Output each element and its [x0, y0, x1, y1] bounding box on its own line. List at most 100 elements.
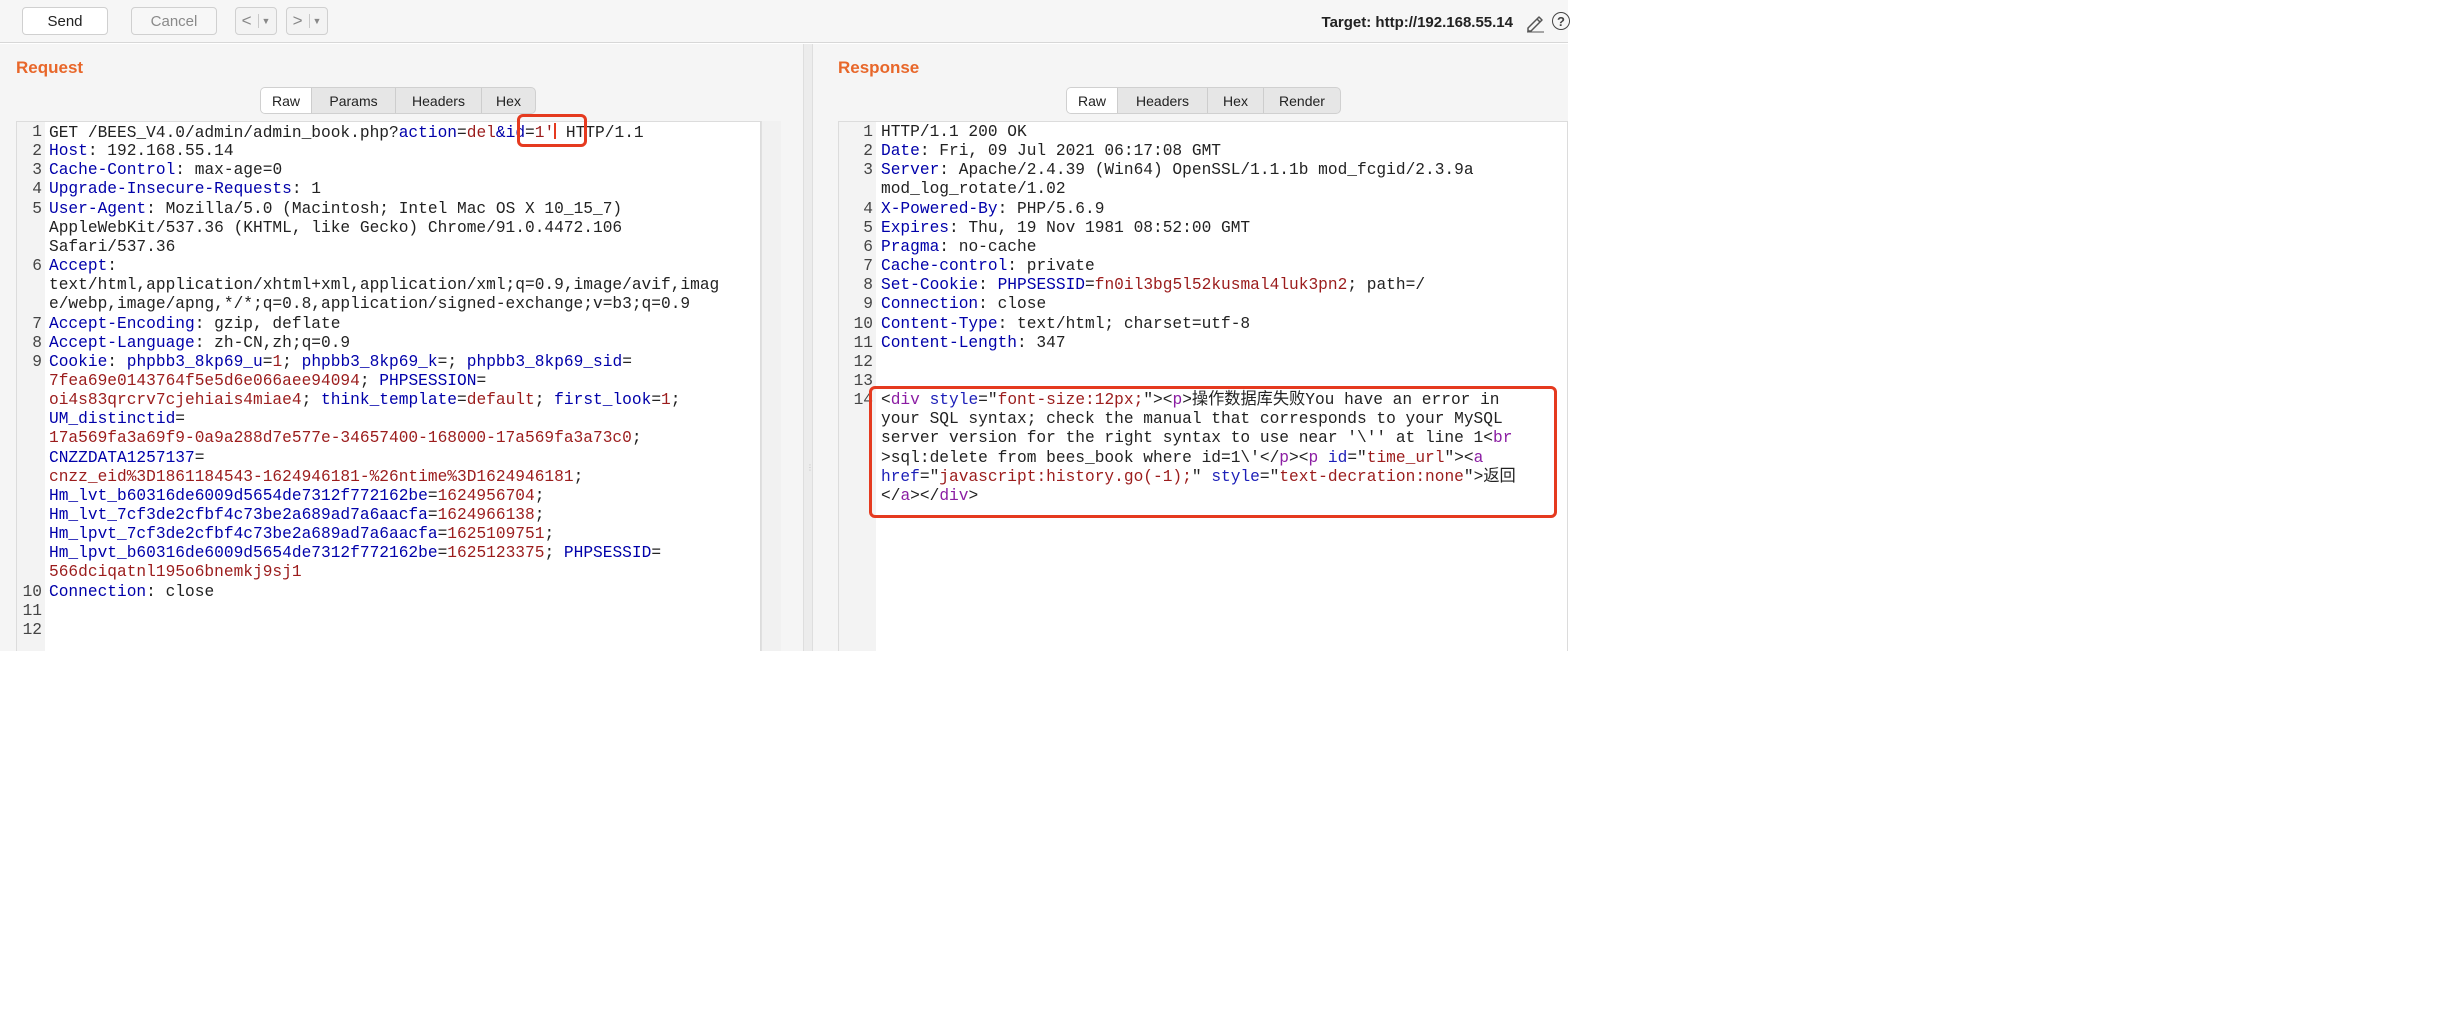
- code-text: : gzip, deflate: [194, 314, 341, 333]
- tab-params[interactable]: Params: [311, 88, 395, 113]
- request-editor[interactable]: 1 GET /BEES_V4.0/admin/admin_book.php?act…: [16, 121, 761, 651]
- request-tabs: Raw Params Headers Hex: [260, 87, 536, 114]
- code-text: <: [881, 391, 891, 410]
- send-button[interactable]: Send: [22, 7, 108, 35]
- code-text: ;: [670, 391, 681, 410]
- request-scrollbar[interactable]: [761, 121, 781, 651]
- response-editor[interactable]: 1 HTTP/1.1 200 OK 2 Date: Fri, 09 Jul 2021 …: [838, 121, 1568, 651]
- header-name: Hm_lvt_b60316de6009d5654de7312f772162be: [49, 486, 428, 505]
- tab-raw[interactable]: Raw: [1067, 88, 1117, 113]
- code-text: =: [651, 544, 662, 563]
- line-number: 1: [32, 123, 42, 141]
- code-text: =: [262, 352, 273, 371]
- code-line: Host: 192.168.55.14: [49, 142, 234, 161]
- code-text: ;: [544, 544, 564, 563]
- chevron-down-icon[interactable]: ▼: [262, 16, 271, 26]
- code-text: =: [427, 486, 438, 505]
- back-button[interactable]: < ▼: [235, 7, 277, 35]
- code-text: =": [1259, 467, 1280, 486]
- cancel-button[interactable]: Cancel: [131, 7, 217, 35]
- chevron-left-icon: <: [241, 11, 252, 30]
- code-text: ;: [631, 429, 642, 448]
- code-line: Hm_lpvt_b60316de6009d5654de7312f772162be…: [49, 544, 661, 563]
- code-text: Safari/537.36: [49, 237, 176, 256]
- code-text: =: [194, 448, 205, 467]
- code-line: Cookie: phpbb3_8kp69_u=1; phpbb3_8kp69_k…: [49, 353, 632, 372]
- code-text: : text/html; charset=utf-8: [997, 314, 1251, 333]
- param-value: font-size:12px;: [997, 391, 1144, 410]
- param-value: 17a569fa3a69f9-0a9a288d7e577e-34657400-1…: [49, 429, 632, 448]
- code-text: AppleWebKit/537.36 (KHTML, like Gecko) C…: [49, 218, 623, 237]
- code-line: Hm_lpvt_7cf3de2cfbf4c73be2a689ad7a6aacfa…: [49, 525, 554, 544]
- code-text: =: [1085, 276, 1095, 295]
- forward-button[interactable]: > ▼: [286, 7, 328, 35]
- param-value: 566dciqatnl195o6bnemkj9sj1: [49, 563, 302, 582]
- line-number: 2: [863, 142, 873, 161]
- chevron-down-icon[interactable]: ▼: [313, 16, 322, 26]
- divider-grip-icon[interactable]: ⋮: [806, 464, 814, 478]
- line-number: 10: [22, 582, 42, 601]
- param-value: 1624966138: [437, 506, 535, 524]
- panel-divider[interactable]: [803, 44, 813, 651]
- code-text: =;: [437, 352, 467, 371]
- header-name: PHPSESSID: [997, 276, 1086, 295]
- code-line: X-Powered-By: PHP/5.6.9: [881, 200, 1104, 219]
- param-value: 1625109751: [447, 525, 545, 544]
- code-line: Pragma: no-cache: [881, 238, 1036, 257]
- code-line: Accept:: [49, 257, 117, 276]
- code-text: =: [525, 124, 535, 142]
- tab-raw[interactable]: Raw: [261, 88, 311, 113]
- html-tag: div: [890, 391, 920, 410]
- line-number: 6: [863, 237, 873, 256]
- code-line: Safari/537.36: [49, 238, 175, 257]
- header-name: first_look: [554, 391, 652, 410]
- code-text: GET /BEES_V4.0/admin/admin_book.php?: [49, 124, 399, 142]
- line-number: 4: [32, 180, 42, 199]
- code-line: HTTP/1.1 200 OK: [881, 123, 1027, 142]
- code-text: ; path=/: [1347, 276, 1426, 295]
- header-name: Cookie: [49, 352, 108, 371]
- tab-hex[interactable]: Hex: [1207, 88, 1263, 113]
- code-line: User-Agent: Mozilla/5.0 (Macintosh; Inte…: [49, 200, 622, 219]
- pencil-icon[interactable]: [1524, 11, 1546, 33]
- code-line: 17a569fa3a69f9-0a9a288d7e577e-34657400-1…: [49, 429, 642, 448]
- line-number: 5: [863, 218, 873, 237]
- param-value: fn0il3bg5l52kusmal4luk3pn2: [1094, 276, 1348, 295]
- code-line: server version for the right syntax to u…: [881, 429, 1512, 448]
- code-text: ;: [534, 506, 545, 524]
- code-line: Expires: Thu, 19 Nov 1981 08:52:00 GMT: [881, 219, 1250, 238]
- code-text: =: [622, 352, 632, 371]
- code-line: Cache-Control: max-age=0: [49, 161, 282, 180]
- code-line: GET /BEES_V4.0/admin/admin_book.php?acti…: [49, 123, 644, 142]
- header-name: phpbb3_8kp69_u: [126, 352, 263, 371]
- code-text: : Apache/2.4.39 (Win64) OpenSSL/1.1.1b m…: [939, 161, 1474, 180]
- code-text: =: [651, 391, 662, 410]
- tab-render[interactable]: Render: [1263, 88, 1340, 113]
- html-attribute: href: [881, 467, 920, 486]
- line-number: 11: [853, 333, 873, 352]
- code-text: : zh-CN,zh;q=0.9: [194, 333, 351, 352]
- code-text: =: [457, 124, 467, 142]
- code-line: Set-Cookie: PHPSESSID=fn0il3bg5l52kusmal…: [881, 276, 1425, 295]
- tab-headers[interactable]: Headers: [1117, 88, 1207, 113]
- param-value: time_url: [1366, 448, 1445, 467]
- code-text: "><: [1444, 448, 1474, 467]
- code-text: =: [457, 391, 467, 410]
- help-icon[interactable]: ?: [1552, 12, 1570, 30]
- header-name: phpbb3_8kp69_sid: [466, 352, 623, 371]
- param-value: cnzz_eid%3D1861184543-1624946181-%26ntim…: [49, 467, 574, 486]
- request-title: Request: [16, 58, 84, 77]
- line-number: 6: [32, 257, 42, 276]
- header-name: Hm_lpvt_b60316de6009d5654de7312f772162be: [49, 544, 438, 563]
- line-number: 1: [863, 123, 873, 141]
- html-tag: p: [1172, 391, 1183, 410]
- tab-hex[interactable]: Hex: [481, 88, 535, 113]
- header-name: PHPSESSION: [379, 371, 477, 390]
- header-name: Accept: [49, 257, 108, 276]
- tab-headers[interactable]: Headers: [395, 88, 481, 113]
- response-title: Response: [838, 58, 920, 77]
- line-number: 10: [853, 314, 873, 333]
- header-name: Set-Cookie: [881, 276, 979, 295]
